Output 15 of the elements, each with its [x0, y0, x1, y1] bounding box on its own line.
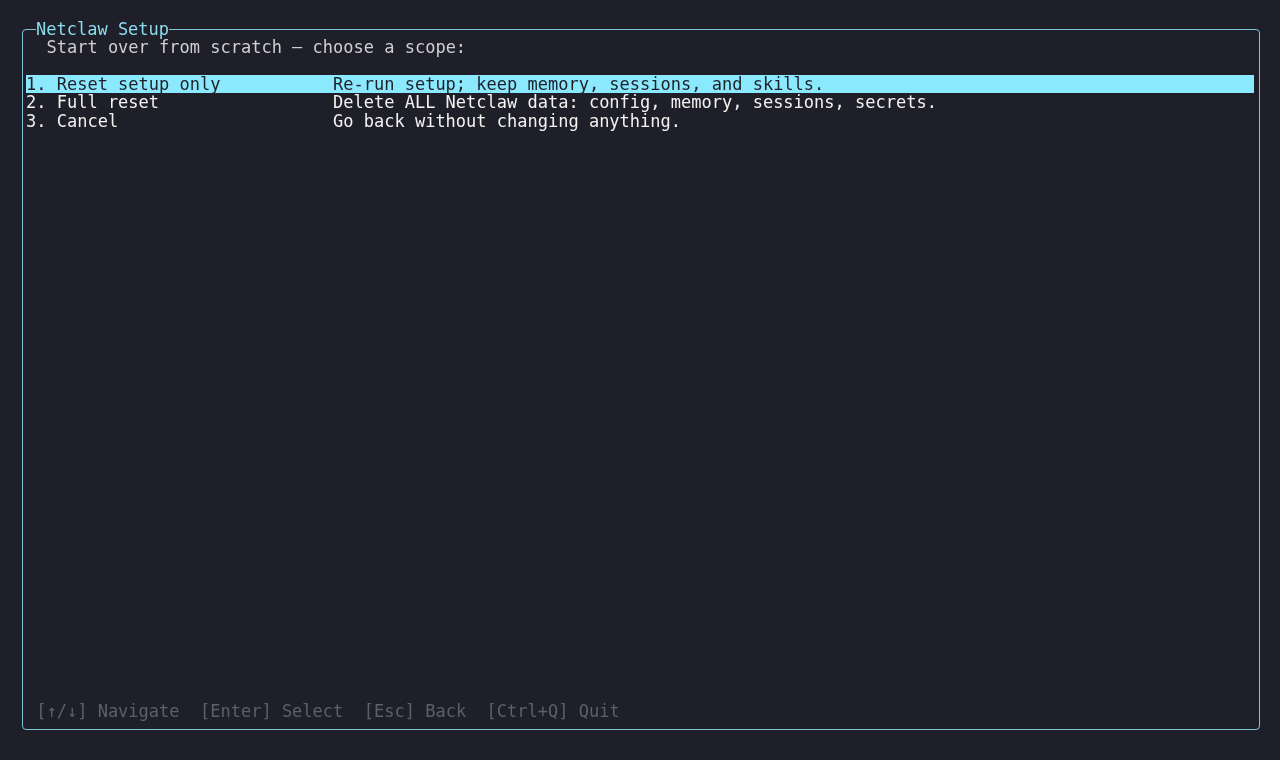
- option-description: Re-run setup; keep memory, sessions, and skills.: [333, 74, 825, 94]
- key-hint: [Enter] Select: [200, 701, 344, 720]
- panel-title: Netclaw Setup: [36, 20, 170, 39]
- key-hint: [↑/↓] Navigate: [36, 701, 180, 720]
- option-description: Go back without changing anything.: [333, 111, 682, 130]
- option-label: 1. Reset setup only: [26, 74, 222, 94]
- prompt-text: Start over from scratch — choose a scope:: [46, 38, 467, 57]
- menu-option[interactable]: 3. Cancel Go back without changing anything.: [26, 111, 1254, 130]
- option-label: 2. Full reset: [26, 93, 160, 112]
- menu-option[interactable]: 2. Full reset Delete ALL Netclaw data: config, memory, sessions, secrets.: [26, 93, 1254, 112]
- key-hint: [Esc] Back: [363, 701, 467, 720]
- option-description: Delete ALL Netclaw data: config, memory, sessions, secrets.: [333, 93, 937, 112]
- menu-option[interactable]: 1. Reset setup only Re-run setup; keep memory, sessions, and skills.: [26, 74, 1254, 94]
- key-hint: [Ctrl+Q] Quit: [486, 701, 620, 720]
- option-label: 3. Cancel: [26, 111, 120, 130]
